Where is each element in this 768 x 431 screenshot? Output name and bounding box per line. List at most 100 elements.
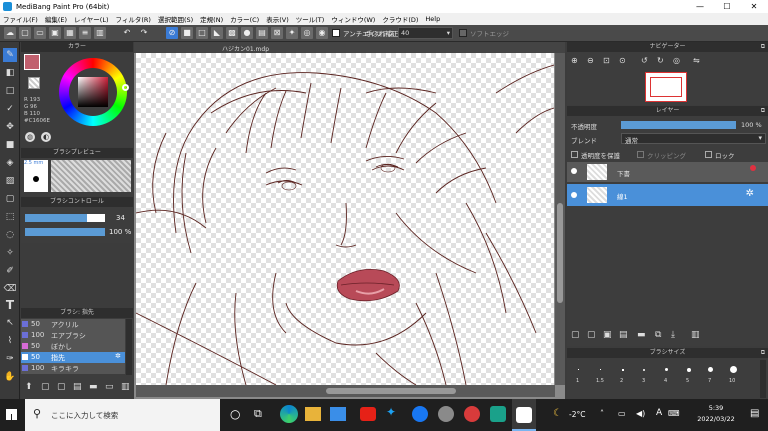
cortana-icon[interactable]: ○ [230, 407, 240, 421]
palette-icon[interactable]: ◍ [25, 132, 35, 142]
cross-grid-icon[interactable]: ⊠ [271, 27, 283, 39]
menu-help[interactable]: Help [425, 15, 440, 23]
brush-copy-icon[interactable]: ▢ [57, 382, 66, 392]
merge-icon[interactable]: ⤓ [671, 330, 675, 340]
volume-icon[interactable]: ◀) [636, 409, 645, 418]
task-view-icon[interactable]: ⧉ [254, 407, 262, 421]
layer-opacity-slider[interactable] [621, 121, 736, 129]
weather-temp[interactable]: -2°C [569, 410, 585, 419]
clipping-checkbox[interactable] [637, 151, 644, 158]
zoom-actual-icon[interactable]: ⊙ [619, 56, 626, 65]
dot-tool-icon[interactable]: □ [3, 84, 17, 98]
menu-cloud[interactable]: クラウド(D) [382, 14, 418, 24]
correction-select[interactable]: 40 ▾ [398, 27, 453, 39]
canvas-vertical-scrollbar[interactable] [555, 53, 565, 385]
menu-file[interactable]: ファイル(F) [3, 14, 38, 24]
eye-icon[interactable] [571, 168, 577, 174]
brush-item[interactable]: 100 エアブラシ [21, 330, 125, 341]
hue-marker[interactable] [122, 84, 129, 91]
size-cell[interactable]: 7 [703, 364, 719, 388]
popout-icon[interactable]: ⧉ [761, 43, 765, 51]
windows-start-icon[interactable] [6, 409, 17, 420]
facebook-icon[interactable] [412, 406, 428, 422]
size-cell[interactable]: 4 [659, 364, 675, 388]
brush-tool-icon[interactable]: ✎ [3, 48, 17, 62]
undo-icon[interactable]: ↶ [121, 27, 133, 39]
brush-add-icon[interactable]: ⬆ [25, 382, 33, 392]
menu-color[interactable]: カラー(C) [230, 14, 259, 24]
close-icon[interactable] [750, 165, 756, 171]
size-cell[interactable]: 1.5 [593, 364, 609, 388]
minimize-button[interactable]: — [688, 0, 712, 13]
operation-tool-icon[interactable]: ↖ [3, 316, 17, 330]
menu-view[interactable]: 表示(V) [266, 14, 289, 24]
rotate-right-icon[interactable]: ↻ [657, 56, 664, 65]
grid-square-icon[interactable]: ▩ [226, 27, 238, 39]
redo-icon[interactable]: ↷ [138, 27, 150, 39]
eraser-tool-icon[interactable]: ◧ [3, 66, 17, 80]
brush-item[interactable]: 100 キラキラ [21, 363, 125, 374]
size-cell[interactable]: 2 [615, 364, 631, 388]
navigator-viewport[interactable] [650, 77, 682, 97]
brush-item-selected[interactable]: 50 指先 ✲ [21, 352, 125, 363]
gear-icon[interactable]: ✲ [746, 188, 754, 199]
popout-icon[interactable]: ⧉ [761, 107, 765, 115]
lock-checkbox[interactable] [705, 151, 712, 158]
pen-select-icon[interactable]: ✐ [3, 264, 17, 278]
duplicate-icon[interactable]: ⧉ [655, 330, 661, 340]
brush-size-scrollbar[interactable] [760, 360, 766, 398]
menu-select[interactable]: 選択範囲(S) [158, 14, 193, 24]
twitter-icon[interactable]: ✦ [386, 405, 396, 419]
snap-circle-icon[interactable]: ◎ [301, 27, 313, 39]
store-icon[interactable] [330, 407, 346, 421]
snap-point-icon[interactable]: ◉ [316, 27, 328, 39]
circle-icon[interactable]: ● [241, 27, 253, 39]
blend-select[interactable]: 通常 ▾ [621, 133, 766, 145]
gradient-tool-icon[interactable]: ▨ [3, 174, 17, 188]
app-icon-green[interactable] [490, 406, 506, 422]
save-icon[interactable]: ▣ [49, 27, 61, 39]
zoom-fit-icon[interactable]: ⊡ [603, 56, 610, 65]
trash-icon[interactable]: ▥ [691, 330, 700, 340]
eye-icon[interactable] [571, 192, 577, 198]
transform-icon[interactable]: ⊘ [166, 27, 178, 39]
eyedropper-tool-icon[interactable]: ✑ [3, 352, 17, 366]
fill-square-icon[interactable]: ■ [181, 27, 193, 39]
snap-icon[interactable]: ✦ [286, 27, 298, 39]
protect-alpha-checkbox[interactable] [571, 151, 578, 158]
size-cell[interactable]: 1 [571, 364, 587, 388]
grid-icon[interactable]: ▦ [64, 27, 76, 39]
ime-mode-icon[interactable]: ⌨ [668, 409, 680, 418]
navigator-thumbnail[interactable] [645, 72, 687, 102]
rotate-left-icon[interactable]: ↺ [641, 56, 648, 65]
explorer-icon[interactable] [305, 407, 321, 421]
menu-layer[interactable]: レイヤー(L) [74, 14, 109, 24]
clock[interactable]: 5:39 2022/03/22 [694, 403, 738, 425]
close-button[interactable]: ✕ [742, 0, 766, 13]
size-cell[interactable]: 5 [681, 364, 697, 388]
youtube-icon[interactable] [360, 407, 376, 421]
select-brush-icon[interactable]: ✓ [3, 102, 17, 116]
softedge-checkbox[interactable] [459, 29, 467, 37]
brush-folder-icon[interactable]: ▬ [89, 382, 98, 392]
brush-delete-icon[interactable]: ▥ [121, 382, 130, 392]
layer-row-selected[interactable]: 線1 ✲ [567, 184, 768, 206]
select-eraser-icon[interactable]: ⌫ [3, 282, 17, 296]
vertical-scroll-thumb[interactable] [557, 203, 563, 303]
hand-tool-icon[interactable]: ✋ [3, 370, 17, 384]
move-tool-icon[interactable]: ✥ [3, 120, 17, 134]
list-icon[interactable]: ≡ [79, 27, 91, 39]
brush-opacity-slider[interactable] [25, 228, 105, 236]
menu-tool[interactable]: ツール(T) [296, 14, 325, 24]
size-cell[interactable]: 3 [637, 364, 653, 388]
drawing-canvas[interactable] [136, 53, 554, 385]
text-tool-icon[interactable]: T [3, 298, 17, 312]
ime-indicator[interactable]: A [656, 408, 662, 418]
panel-icon[interactable]: ▥ [94, 27, 106, 39]
new-1bit-icon[interactable]: ▤ [619, 330, 628, 340]
lasso-tool-icon[interactable]: ◌ [3, 228, 17, 242]
new-halftone-icon[interactable]: ▢ [587, 330, 596, 340]
menu-filter[interactable]: フィルタ(R) [116, 14, 151, 24]
cloud-icon[interactable]: ☁ [4, 27, 16, 39]
brush-new-icon[interactable]: ▢ [41, 382, 50, 392]
